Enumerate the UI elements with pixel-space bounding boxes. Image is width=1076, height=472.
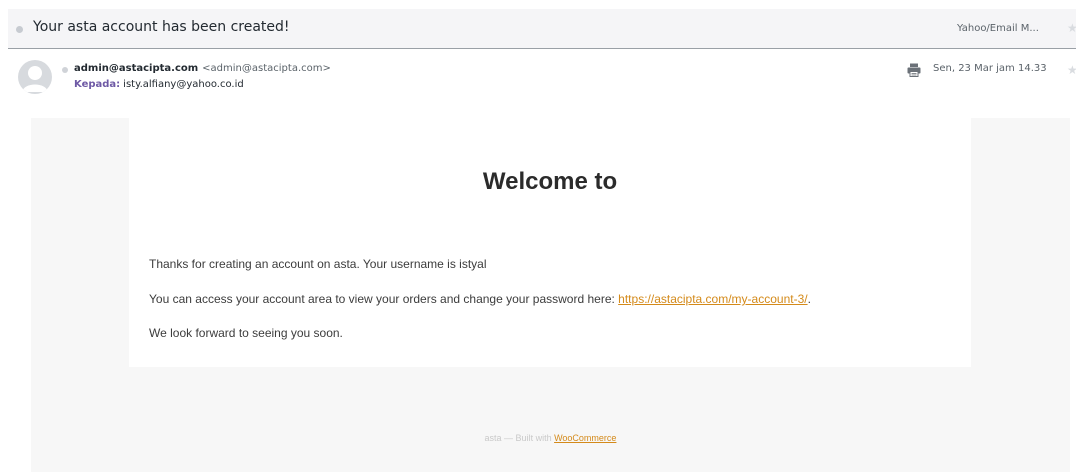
account-area-text: You can access your account area to view…: [149, 292, 619, 306]
sender-name[interactable]: admin@astacipta.com: [74, 63, 198, 74]
closing-line: We look forward to seeing you soon.: [149, 326, 343, 340]
recipient-line: Kepada: isty.alfiany@yahoo.co.id: [74, 79, 244, 90]
username-line: Thanks for creating an account on asta. …: [149, 257, 487, 271]
sender-row: admin@astacipta.com <admin@astacipta.com>…: [8, 50, 1076, 106]
email-card: Welcome to Thanks for creating an accoun…: [129, 118, 971, 367]
email-body: Welcome to Thanks for creating an accoun…: [31, 118, 1070, 472]
star-icon[interactable]: ★: [1067, 64, 1076, 76]
account-area-line: You can access your account area to view…: [149, 292, 811, 306]
footer-text: asta — Built with: [484, 433, 555, 443]
folder-label[interactable]: Yahoo/Email M...: [957, 23, 1039, 34]
sender-email[interactable]: <admin@astacipta.com>: [202, 63, 331, 74]
star-icon[interactable]: ★: [1067, 22, 1076, 34]
sender-line: admin@astacipta.com <admin@astacipta.com>: [74, 63, 331, 74]
email-date: Sen, 23 Mar jam 14.33: [933, 63, 1047, 74]
email-subject: Your asta account has been created!: [33, 19, 290, 35]
account-area-suffix: .: [807, 292, 811, 306]
user-avatar-icon: [18, 60, 52, 94]
sender-status-dot-icon: [62, 67, 68, 73]
recipient-email[interactable]: isty.alfiany@yahoo.co.id: [123, 79, 244, 90]
subject-bar: Your asta account has been created! Yaho…: [8, 9, 1076, 49]
email-footer: asta — Built with WooCommerce: [31, 433, 1070, 443]
welcome-heading: Welcome to: [482, 168, 618, 195]
printer-icon[interactable]: [907, 63, 921, 77]
recipient-label: Kepada:: [74, 79, 121, 90]
woocommerce-link[interactable]: WooCommerce: [554, 433, 616, 443]
my-account-link[interactable]: https://astacipta.com/my-account-3/: [618, 292, 807, 306]
unread-dot-icon[interactable]: [16, 26, 23, 33]
